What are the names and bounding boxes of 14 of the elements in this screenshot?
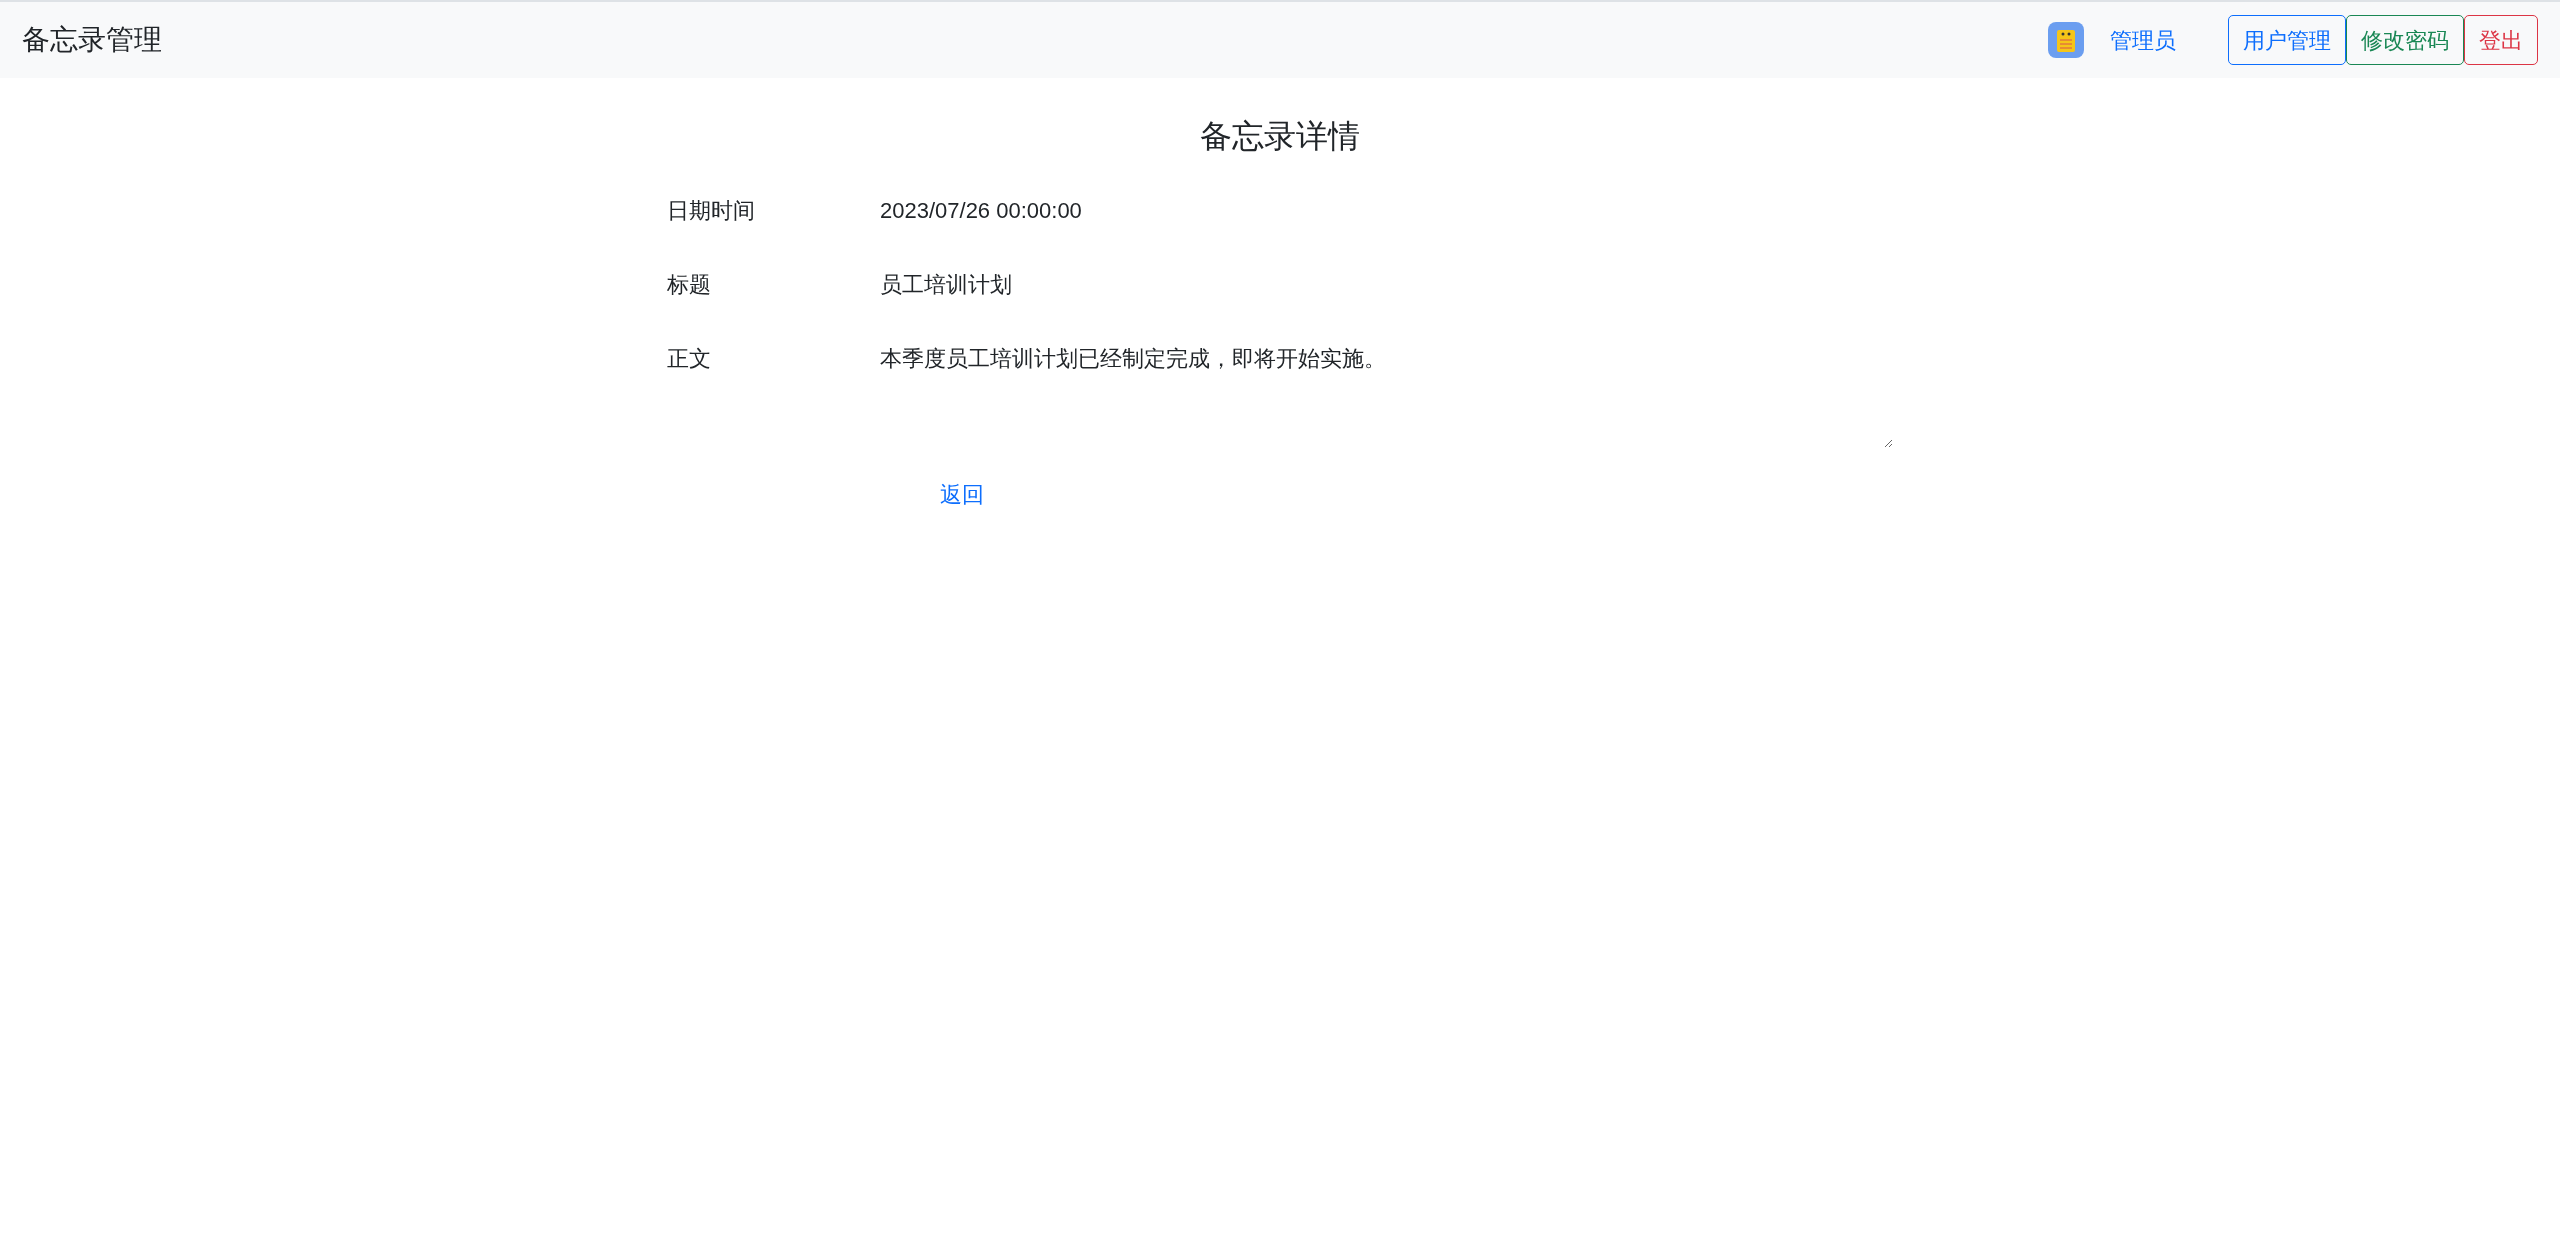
back-link[interactable]: 返回 [940,478,984,511]
user-link[interactable]: 管理员 [2110,23,2176,57]
nav-button[interactable]: 登出 [2464,15,2538,65]
field-value: 员工培训计划 [880,271,1012,299]
page-title: 备忘录详情 [1199,117,1361,156]
brand-title[interactable]: 备忘录管理 [22,19,162,61]
field-label: 标题 [667,271,712,299]
field-label: 正文 [667,345,712,373]
nav-button[interactable]: 用户管理 [2228,15,2346,65]
nav-button[interactable]: 修改密码 [2346,15,2464,65]
body-textarea[interactable]: 本季度员工培训计划已经制定完成，即将开始实施。 [880,344,1893,448]
field-value: 2023/07/26 00:00:00 [880,197,1082,225]
notepad-avatar-icon [2048,22,2084,58]
field-label: 日期时间 [667,197,756,225]
